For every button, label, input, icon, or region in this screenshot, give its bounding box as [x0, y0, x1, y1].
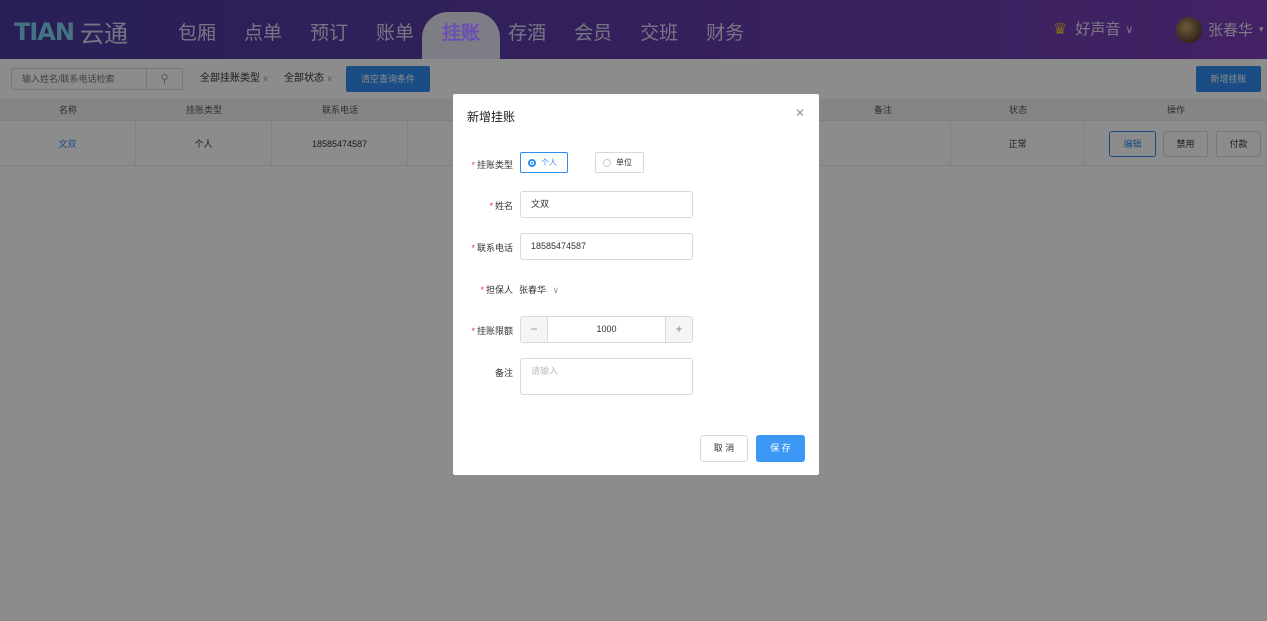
dialog-title: 新增挂账 — [467, 110, 516, 124]
radio-personal[interactable]: 个人 — [520, 152, 568, 173]
close-icon[interactable]: ✕ — [795, 106, 805, 120]
radio-organization[interactable]: 单位 — [595, 152, 644, 173]
phone-field-label: * 联系电话 — [471, 243, 513, 253]
phone-input[interactable]: 18585474587 — [520, 233, 693, 260]
limit-stepper: − 1000 + — [520, 316, 693, 343]
save-button[interactable]: 保 存 — [756, 435, 805, 462]
add-credit-dialog: 新增挂账 ✕ * 挂账类型 个人 单位 * 姓名 文双 * 联系电话 18585474… — [453, 94, 819, 475]
remark-textarea[interactable]: 请输入 — [520, 358, 693, 395]
name-input[interactable]: 文双 — [520, 191, 693, 218]
guarantor-field-label: * 担保人 — [480, 285, 513, 295]
limit-field-label: * 挂账限额 — [471, 326, 513, 336]
minus-icon[interactable]: − — [521, 317, 547, 342]
guarantor-select[interactable]: 张春华 ∨ — [519, 283, 559, 296]
limit-input[interactable]: 1000 — [547, 317, 666, 342]
chevron-down-icon: ∨ — [552, 285, 560, 295]
type-field-label: * 挂账类型 — [471, 160, 513, 170]
cancel-button[interactable]: 取 消 — [700, 435, 748, 462]
remark-field-label: 备注 — [494, 368, 513, 378]
plus-icon[interactable]: + — [666, 317, 692, 342]
name-field-label: * 姓名 — [489, 201, 513, 211]
